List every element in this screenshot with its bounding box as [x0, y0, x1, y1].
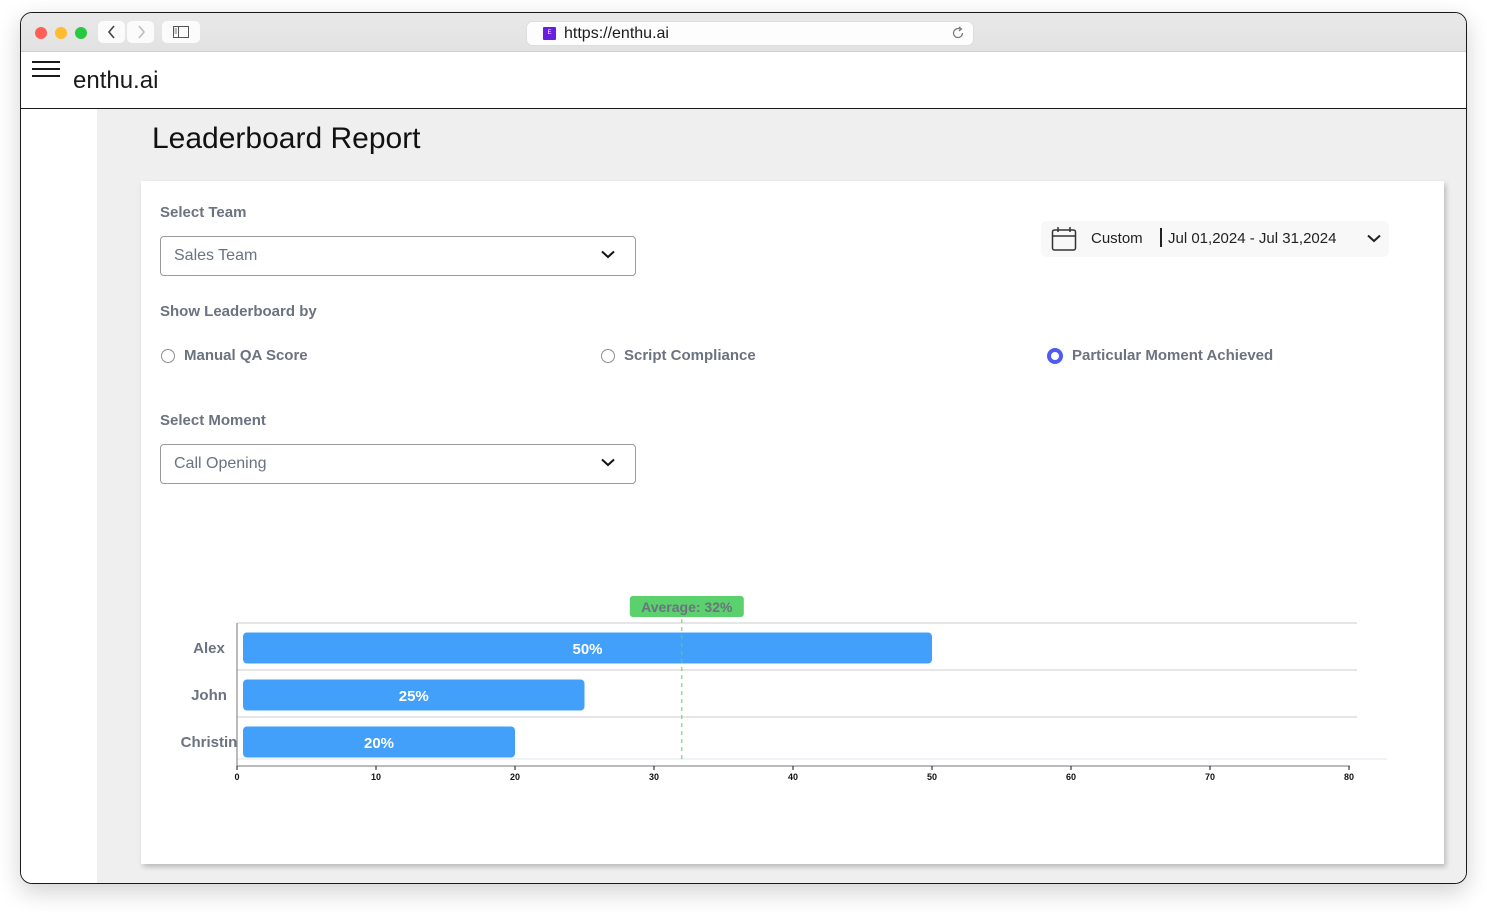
category-label: Alex	[193, 640, 225, 657]
main-content: Leaderboard Report Select Team Sales Tea…	[97, 109, 1466, 883]
close-window-button[interactable]	[35, 27, 47, 39]
select-team-label: Select Team	[160, 204, 247, 221]
category-label: John	[191, 687, 227, 704]
leaderboard-chart: 0 10 20 30 40 50 60 70 80 50% Alex 25% John 20% Christ…	[141, 591, 1444, 811]
brand-logo: enthu.ai	[73, 67, 159, 94]
x-tick-label: 20	[510, 772, 520, 782]
bar-value-label: 25%	[399, 688, 429, 705]
select-moment-label: Select Moment	[160, 412, 266, 429]
back-button[interactable]	[98, 21, 125, 43]
x-tick-label: 80	[1344, 772, 1354, 782]
bar-value-label: 20%	[364, 735, 394, 752]
browser-titlebar: E https://enthu.ai	[21, 13, 1466, 52]
bar-value-label: 50%	[572, 641, 602, 658]
radio-label: Particular Moment Achieved	[1072, 347, 1274, 364]
team-select-value: Sales Team	[174, 247, 258, 264]
date-range-text: Jul 01,2024 - Jul 31,2024	[1168, 230, 1337, 247]
radio-circle[interactable]	[161, 348, 175, 363]
hamburger-icon[interactable]	[32, 61, 60, 81]
x-tick-label: 50	[927, 772, 937, 782]
app-header: enthu.ai	[21, 52, 1466, 109]
chevron-down-icon	[1367, 234, 1381, 243]
reload-icon[interactable]	[951, 26, 965, 40]
radio-script-compliance[interactable]: Script Compliance	[601, 347, 756, 364]
browser-window: E https://enthu.ai enthu.ai Leaderboard …	[20, 12, 1467, 884]
leaderboard-bar-chart: 0 10 20 30 40 50 60 70 80 50% Alex 25% John 20% Christ…	[181, 596, 1387, 782]
chevron-right-icon	[137, 25, 145, 39]
date-range-picker[interactable]: Custom Jul 01,2024 - Jul 31,2024	[1041, 221, 1389, 257]
maximize-window-button[interactable]	[75, 27, 87, 39]
x-tick-label: 70	[1205, 772, 1215, 782]
radio-manual-qa-score[interactable]: Manual QA Score	[161, 347, 308, 364]
page-title: Leaderboard Report	[152, 122, 421, 155]
average-label: Average: 32%	[641, 599, 733, 615]
address-bar[interactable]: E https://enthu.ai	[527, 22, 973, 45]
radio-circle-selected[interactable]	[1047, 347, 1063, 364]
sidebar	[21, 109, 97, 883]
category-label: Christin	[181, 734, 238, 751]
x-tick-label: 30	[649, 772, 659, 782]
sidebar-icon	[173, 26, 189, 38]
chevron-down-icon	[601, 250, 615, 259]
leaderboard-by-label: Show Leaderboard by	[160, 303, 317, 320]
sidebar-toggle-button[interactable]	[162, 21, 200, 43]
report-card: Select Team Sales Team Custom Jul 01,202…	[141, 181, 1444, 864]
radio-particular-moment-achieved[interactable]: Particular Moment Achieved	[1047, 347, 1273, 364]
x-tick-label: 10	[371, 772, 381, 782]
calendar-icon	[1051, 227, 1077, 251]
x-tick-label: 0	[234, 772, 239, 782]
moment-select[interactable]: Call Opening	[160, 444, 636, 484]
x-tick-label: 60	[1066, 772, 1076, 782]
team-select[interactable]: Sales Team	[160, 236, 636, 276]
x-tick-label: 40	[788, 772, 798, 782]
radio-label: Script Compliance	[624, 347, 756, 364]
date-separator	[1160, 228, 1162, 247]
site-favicon: E	[543, 27, 556, 40]
chevron-left-icon	[107, 25, 115, 39]
forward-button[interactable]	[127, 21, 154, 43]
minimize-window-button[interactable]	[55, 27, 67, 39]
radio-circle[interactable]	[601, 348, 615, 363]
date-mode: Custom	[1091, 230, 1143, 247]
radio-label: Manual QA Score	[184, 347, 308, 364]
moment-select-value: Call Opening	[174, 455, 267, 472]
url-text: https://enthu.ai	[564, 25, 669, 42]
chevron-down-icon	[601, 458, 615, 467]
